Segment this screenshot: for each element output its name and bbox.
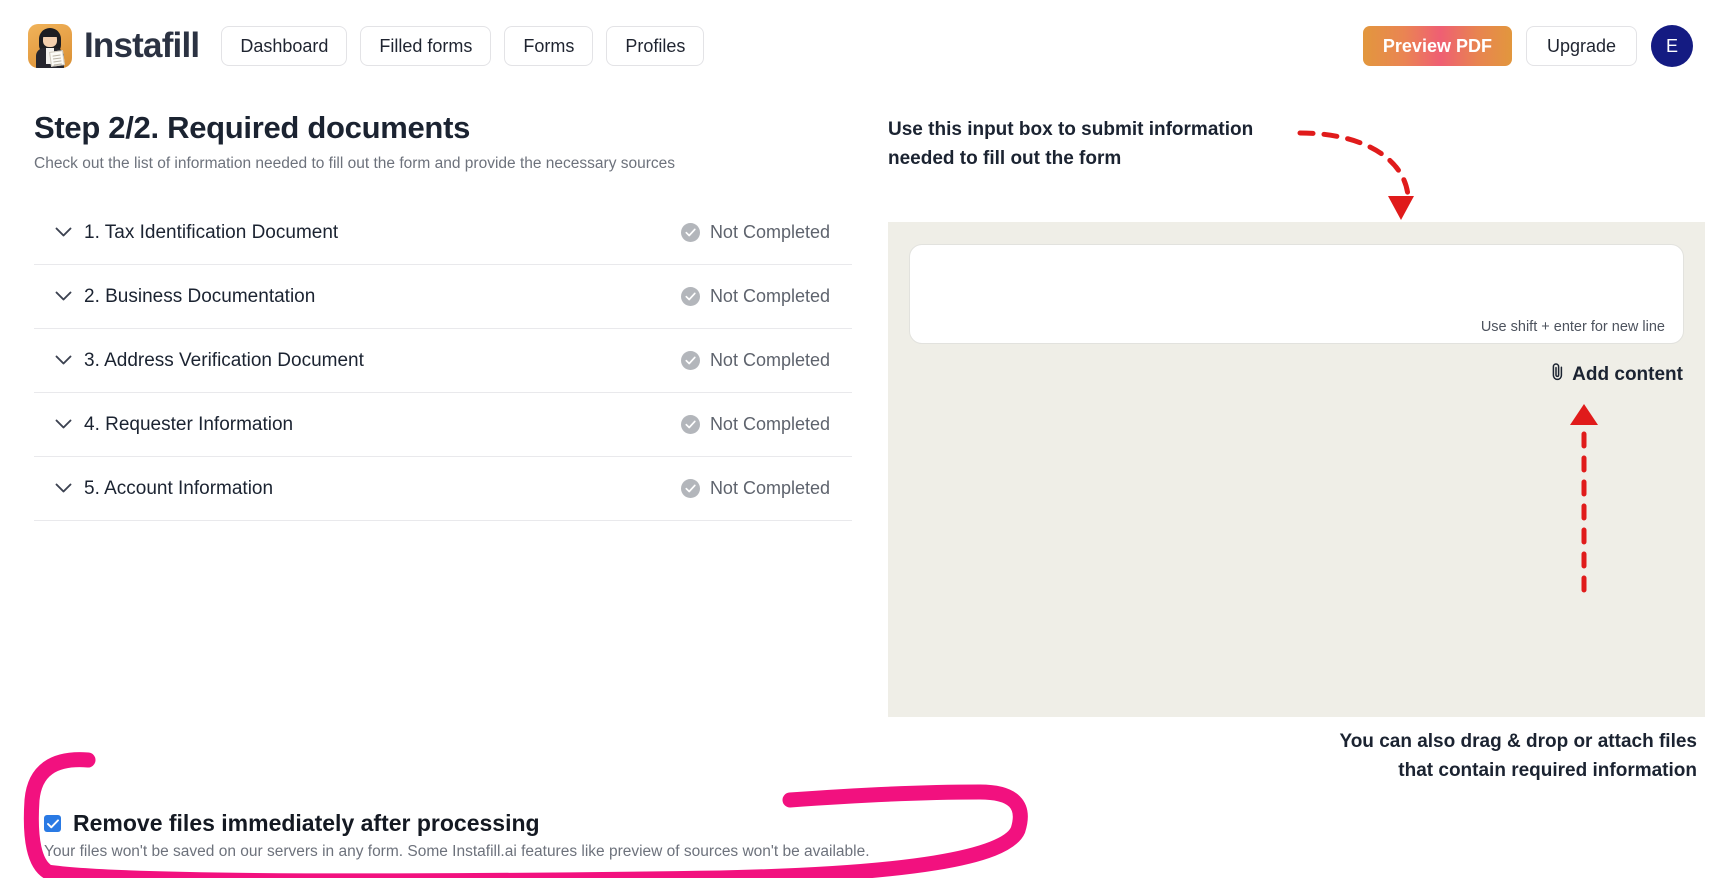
chevron-down-icon[interactable] xyxy=(50,483,76,494)
nav-forms[interactable]: Forms xyxy=(504,26,593,66)
main-left-column: Step 2/2. Required documents Check out t… xyxy=(34,110,854,521)
status-text: Not Completed xyxy=(710,222,830,243)
remove-files-row[interactable]: Remove files immediately after processin… xyxy=(44,810,1004,837)
status-text: Not Completed xyxy=(710,414,830,435)
table-row[interactable]: 2. Business Documentation Not Completed xyxy=(34,265,852,329)
content-upload-panel: Use shift + enter for new line Add conte… xyxy=(888,222,1705,717)
status-badge: Not Completed xyxy=(681,414,830,435)
table-row[interactable]: 4. Requester Information Not Completed xyxy=(34,393,852,457)
document-label: 4. Requester Information xyxy=(84,414,293,436)
preview-pdf-button[interactable]: Preview PDF xyxy=(1363,26,1512,66)
add-content-button[interactable]: Add content xyxy=(1550,362,1683,387)
search-input[interactable] xyxy=(910,245,1683,315)
check-circle-icon xyxy=(681,351,700,370)
status-badge: Not Completed xyxy=(681,286,830,307)
document-label: 3. Address Verification Document xyxy=(84,350,364,372)
status-text: Not Completed xyxy=(710,350,830,371)
remove-files-description: Your files won't be saved on our servers… xyxy=(44,843,1004,861)
chevron-down-icon[interactable] xyxy=(50,355,76,366)
composer-hint: Use shift + enter for new line xyxy=(1481,319,1665,335)
chevron-down-icon[interactable] xyxy=(50,291,76,302)
check-circle-icon xyxy=(681,479,700,498)
nav-dashboard[interactable]: Dashboard xyxy=(221,26,347,66)
remove-files-setting: Remove files immediately after processin… xyxy=(44,810,1004,861)
message-composer[interactable]: Use shift + enter for new line xyxy=(909,244,1684,344)
avatar[interactable]: E xyxy=(1651,25,1693,67)
paperclip-icon xyxy=(1550,362,1565,387)
status-badge: Not Completed xyxy=(681,478,830,499)
header-actions: Preview PDF Upgrade E xyxy=(1363,25,1693,67)
check-circle-icon xyxy=(681,415,700,434)
instafill-avatar-logo xyxy=(28,24,72,68)
page-title: Step 2/2. Required documents xyxy=(34,110,854,146)
check-circle-icon xyxy=(681,287,700,306)
table-row[interactable]: 3. Address Verification Document Not Com… xyxy=(34,329,852,393)
status-text: Not Completed xyxy=(710,478,830,499)
remove-files-label: Remove files immediately after processin… xyxy=(73,810,540,837)
document-label: 5. Account Information xyxy=(84,478,273,500)
app-header: Instafill Dashboard Filled forms Forms P… xyxy=(0,0,1717,92)
remove-files-checkbox[interactable] xyxy=(44,815,61,832)
brand[interactable]: Instafill xyxy=(28,24,199,68)
annotation-input-box: Use this input box to submit information… xyxy=(888,116,1253,173)
nav-filled-forms[interactable]: Filled forms xyxy=(360,26,491,66)
status-badge: Not Completed xyxy=(681,222,830,243)
curved-arrow-annotation xyxy=(1300,133,1414,220)
check-circle-icon xyxy=(681,223,700,242)
annotation-drag-drop: You can also drag & drop or attach files… xyxy=(1339,728,1697,785)
brand-name: Instafill xyxy=(84,26,199,66)
table-row[interactable]: 1. Tax Identification Document Not Compl… xyxy=(34,201,852,265)
nav-profiles[interactable]: Profiles xyxy=(606,26,704,66)
add-content-label: Add content xyxy=(1572,364,1683,386)
chevron-down-icon[interactable] xyxy=(50,419,76,430)
main-nav: Dashboard Filled forms Forms Profiles xyxy=(221,26,704,66)
app-root: Instafill Dashboard Filled forms Forms P… xyxy=(0,0,1717,878)
upgrade-button[interactable]: Upgrade xyxy=(1526,26,1637,66)
document-label: 1. Tax Identification Document xyxy=(84,222,338,244)
table-row[interactable]: 5. Account Information Not Completed xyxy=(34,457,852,521)
document-label: 2. Business Documentation xyxy=(84,286,315,308)
status-badge: Not Completed xyxy=(681,350,830,371)
required-documents-list: 1. Tax Identification Document Not Compl… xyxy=(34,201,852,521)
chevron-down-icon[interactable] xyxy=(50,227,76,238)
page-subtitle: Check out the list of information needed… xyxy=(34,155,854,173)
status-text: Not Completed xyxy=(710,286,830,307)
